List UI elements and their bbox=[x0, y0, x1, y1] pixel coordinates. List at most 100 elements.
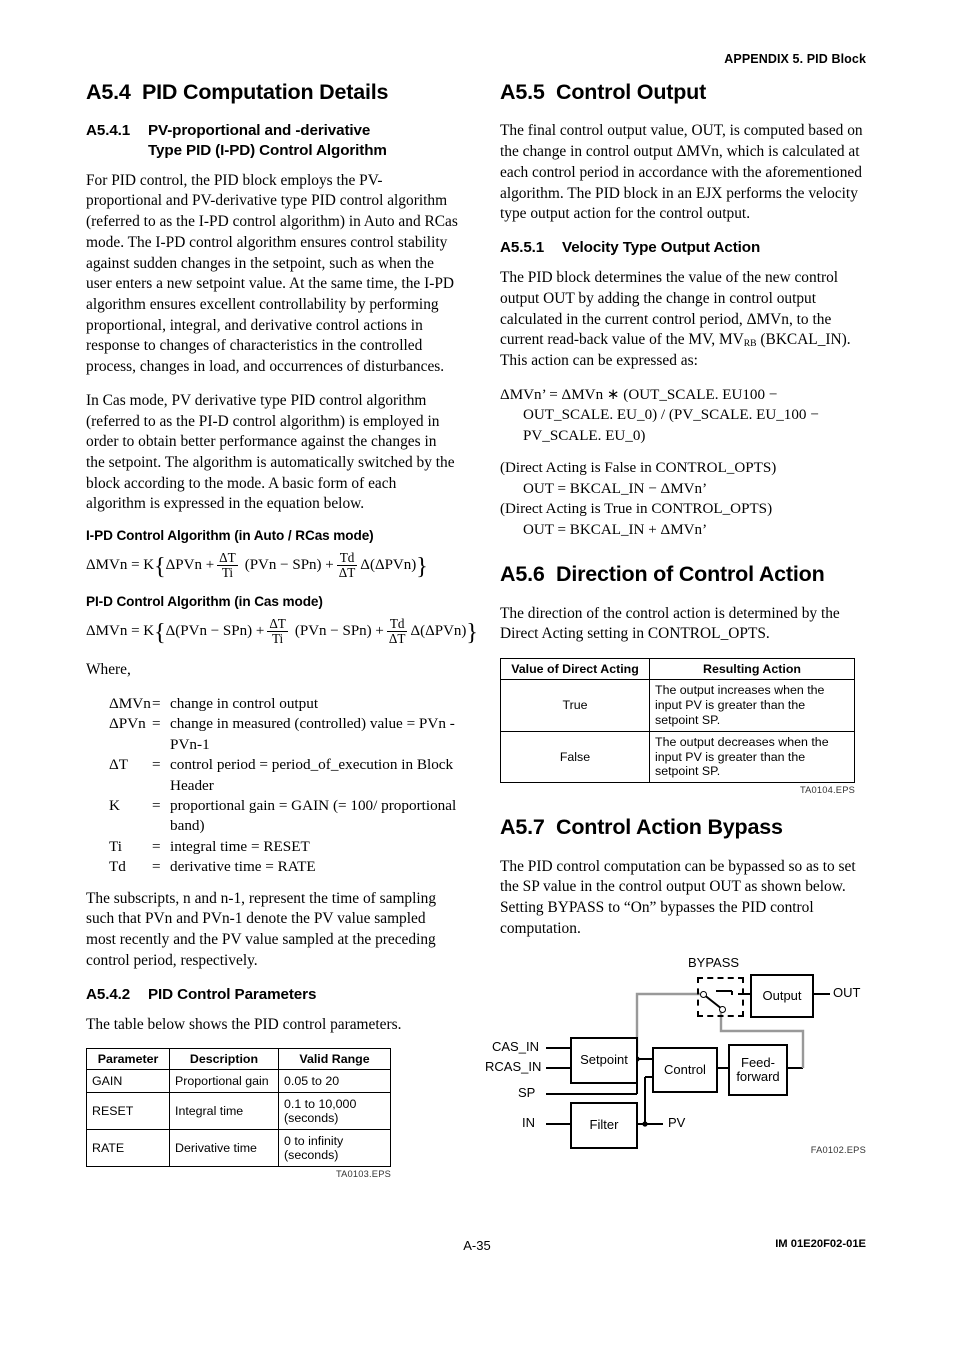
formula-ipd-frac2-numerator: Td bbox=[339, 550, 355, 566]
definition-equals: = bbox=[152, 694, 161, 712]
cell-description: Derivative time bbox=[169, 1129, 279, 1168]
subsection-heading-a5-4-2: A5.4.2 PID Control Parameters bbox=[86, 985, 458, 1004]
cell-description: Integral time bbox=[169, 1092, 279, 1131]
section-number-a5-5: A5.5 bbox=[500, 80, 545, 104]
section-title-a5-4: PID Computation Details bbox=[142, 80, 389, 104]
column-header-valid-range: Valid Range bbox=[278, 1048, 391, 1071]
right-column: A5.5 Control Output The final control out… bbox=[485, 80, 872, 1155]
definition-symbol: Ti bbox=[109, 837, 122, 855]
diagram-label-bypass: BYPASS bbox=[688, 954, 740, 970]
section-heading-a5-7: A5.7 Control Action Bypass bbox=[500, 815, 872, 840]
subsection-title-line1: PV-proportional and -derivative bbox=[148, 122, 371, 140]
pid-block-diagram: Setpoint Control Feed- forward Output Fi… bbox=[485, 953, 872, 1155]
definition-equals: = bbox=[152, 715, 161, 733]
definition-description: change in measured (controlled) value = … bbox=[170, 715, 455, 753]
formula-pid-frac2-numerator: Td bbox=[389, 616, 405, 632]
column-header-description: Description bbox=[169, 1048, 279, 1071]
column-header-value-of-direct-acting: Value of Direct Acting bbox=[500, 658, 650, 681]
definition-item: Td = derivative time = RATE bbox=[86, 857, 458, 877]
footer-document-number: IM 01E20F02-01E bbox=[775, 1238, 866, 1250]
equation-line-3: PV_SCALE. EU_0) bbox=[523, 427, 646, 444]
paragraph-param-intro: The table below shows the PID control pa… bbox=[86, 1015, 402, 1033]
formula-ipd: ΔMVn = K { ΔPVn + ΔT Ti (PVn − SPn) + Td… bbox=[86, 550, 428, 581]
formula-ipd-frac1-denominator: Ti bbox=[217, 565, 238, 580]
diagram-label-control: Control bbox=[664, 1061, 706, 1077]
formula-pid-term1: Δ(PVn − SPn) + bbox=[165, 623, 265, 640]
definition-symbol: Td bbox=[109, 858, 126, 876]
definition-item: Ti = integral time = RESET bbox=[86, 837, 458, 857]
equation-line-1: ΔMVn’ = ΔMVn ∗ (OUT_SCALE. EU100 − bbox=[500, 386, 778, 403]
equation-line-6: (Direct Acting is True in CONTROL_OPTS) bbox=[500, 501, 773, 518]
equation-line-5: OUT = BKCAL_IN − ΔMVn’ bbox=[523, 480, 708, 497]
subsection-title-a5-4-2: PID Control Parameters bbox=[148, 985, 317, 1003]
table-header-row: Parameter Description Valid Range bbox=[86, 1048, 391, 1071]
definition-equals: = bbox=[152, 796, 161, 814]
formula-pid-frac2-denominator: ΔT bbox=[386, 631, 408, 647]
cell-description: Proportional gain bbox=[169, 1069, 279, 1094]
definition-equals: = bbox=[152, 858, 161, 876]
formula-ipd-lhs: ΔMVn = K bbox=[86, 557, 155, 574]
equation-direct-acting: (Direct Acting is False in CONTROL_OPTS)… bbox=[500, 458, 872, 540]
formula-ipd-term2: (PVn − SPn) + bbox=[244, 557, 334, 574]
diagram-label-feedforward-line1: Feed- bbox=[741, 1054, 775, 1070]
definition-description: change in control output bbox=[170, 694, 319, 712]
diagram-box-filter: Filter bbox=[570, 1101, 638, 1149]
column-header-parameter: Parameter bbox=[86, 1048, 170, 1071]
formula-pid-term3: Δ(ΔPVn) bbox=[410, 623, 467, 640]
direction-of-control-action-table: Value of Direct Acting Resulting Action … bbox=[500, 658, 855, 784]
diagram-box-setpoint: Setpoint bbox=[570, 1036, 638, 1084]
subscript-rb: RB bbox=[743, 338, 757, 350]
formula-pid-lhs: ΔMVn = K bbox=[86, 623, 155, 640]
definition-item: K = proportional gain = GAIN (= 100/ pro… bbox=[86, 796, 458, 837]
formula-pid-fraction-2: Td ΔT bbox=[386, 616, 408, 647]
paragraph-ipd-intro: For PID control, the PID block employs t… bbox=[86, 171, 458, 376]
diagram-box-control: Control bbox=[652, 1046, 718, 1093]
where-label: Where, bbox=[86, 661, 131, 679]
section-title-a5-5: Control Output bbox=[556, 80, 707, 104]
algorithm-heading-pid: PI-D Control Algorithm (in Cas mode) bbox=[86, 594, 323, 610]
section-title-a5-6: Direction of Control Action bbox=[556, 562, 825, 587]
subsection-title-a5-4-1: PV-proportional and -derivative Type PID… bbox=[148, 121, 438, 159]
diagram-label-filter: Filter bbox=[589, 1117, 619, 1133]
subsection-title-line2: Type PID (I-PD) Control Algorithm bbox=[148, 141, 387, 159]
column-header-resulting-action: Resulting Action bbox=[649, 658, 855, 681]
pid-parameters-table: Parameter Description Valid Range GAIN P… bbox=[86, 1048, 391, 1168]
definition-symbol: K bbox=[109, 796, 120, 814]
formula-ipd-fraction-2: Td ΔT bbox=[336, 550, 358, 580]
definition-description: integral time = RESET bbox=[170, 837, 310, 855]
table-row: RATE Derivative time 0 to infinity (seco… bbox=[86, 1129, 391, 1168]
definition-list: ΔMVn = change in control output ΔPVn = c… bbox=[86, 694, 458, 878]
definition-item: ΔMVn = change in control output bbox=[86, 694, 458, 714]
cell-parameter: GAIN bbox=[86, 1069, 170, 1094]
cell-valid-range: 0.1 to 10,000 (seconds) bbox=[278, 1092, 391, 1131]
table-header-row: Value of Direct Acting Resulting Action bbox=[500, 658, 855, 681]
table-row: False The output decreases when the inpu… bbox=[500, 730, 855, 784]
paragraph-velocity-type: The PID block determines the value of th… bbox=[500, 268, 872, 372]
subsection-heading-a5-5-1: A5.5.1 Velocity Type Output Action bbox=[500, 238, 872, 257]
diagram-port-pv: PV bbox=[668, 1114, 686, 1130]
document-page: APPENDIX 5. PID Block A5.4 PID Computatio… bbox=[0, 0, 954, 1351]
diagram-box-feedforward: Feed- forward bbox=[728, 1043, 788, 1096]
section-number-a5-4: A5.4 bbox=[86, 80, 131, 104]
section-heading-a5-6: A5.6 Direction of Control Action bbox=[500, 562, 872, 587]
cell-direct-acting-value: False bbox=[500, 730, 650, 784]
definition-item: ΔPVn = change in measured (controlled) v… bbox=[86, 714, 458, 755]
section-number-a5-7: A5.7 bbox=[500, 815, 545, 840]
diagram-port-rcas-in: RCAS_IN bbox=[485, 1058, 542, 1074]
diagram-label-output: Output bbox=[762, 987, 802, 1003]
formula-pid-term2: (PVn − SPn) + bbox=[294, 623, 384, 640]
diagram-box-output: Output bbox=[750, 973, 814, 1018]
diagram-switch-terminal-lower bbox=[719, 1005, 726, 1013]
diagram-port-in: IN bbox=[522, 1114, 535, 1130]
cell-resulting-action: The output decreases when the input PV i… bbox=[649, 730, 855, 784]
table-row: GAIN Proportional gain 0.05 to 20 bbox=[86, 1069, 391, 1094]
diagram-label-feedforward-line2: forward bbox=[736, 1068, 780, 1084]
definition-description: control period = period_of_execution in … bbox=[170, 756, 454, 794]
diagram-port-cas-in: CAS_IN bbox=[492, 1038, 539, 1054]
formula-pid-fraction-1: ΔT Ti bbox=[267, 617, 288, 646]
cell-resulting-action: The output increases when the input PV i… bbox=[649, 679, 855, 732]
definition-item: ΔT = control period = period_of_executio… bbox=[86, 755, 458, 796]
diagram-label-setpoint: Setpoint bbox=[580, 1052, 628, 1068]
cell-valid-range: 0.05 to 20 bbox=[278, 1069, 391, 1094]
formula-pid: ΔMVn = K { Δ(PVn − SPn) + ΔT Ti (PVn − S… bbox=[86, 616, 478, 647]
